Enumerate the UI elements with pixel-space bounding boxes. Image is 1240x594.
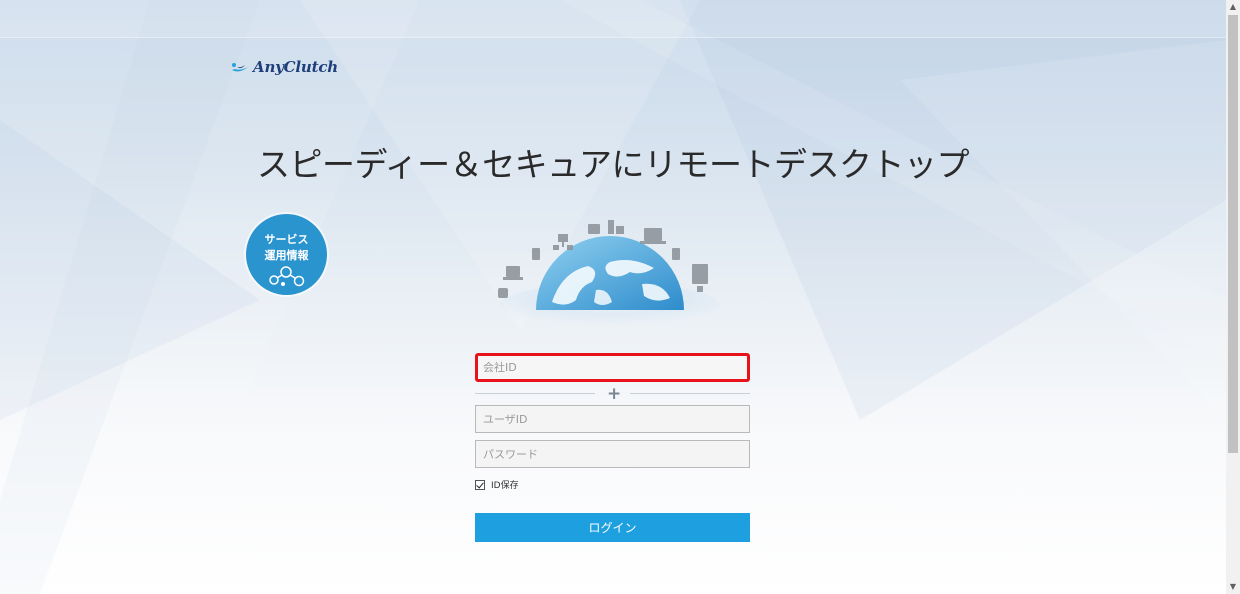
login-button[interactable]: ログイン — [475, 513, 750, 542]
field-separator: + — [475, 384, 750, 404]
service-badge-line1: サービス — [264, 233, 309, 246]
service-info-button[interactable]: サービス 運用情報 — [246, 214, 327, 295]
scroll-down-arrow-icon[interactable]: ▼ — [1226, 580, 1240, 594]
login-page: AnyClutch スピーディー＆セキュアにリモートデスクトップ サービス 運用… — [0, 0, 1240, 594]
company-id-input[interactable] — [475, 353, 750, 382]
password-input[interactable] — [475, 440, 750, 468]
scrollbar-thumb[interactable] — [1228, 15, 1238, 453]
anyclutch-logo: AnyClutch — [231, 58, 338, 76]
network-nodes-icon — [269, 266, 305, 287]
vertical-scrollbar[interactable]: ▲ ▼ — [1226, 0, 1240, 594]
globe-network-illustration — [498, 220, 720, 325]
scroll-up-arrow-icon[interactable]: ▲ — [1226, 0, 1240, 14]
service-badge-line2: 運用情報 — [264, 249, 309, 262]
remember-id-option: ID保存 — [475, 478, 519, 491]
user-id-input[interactable] — [475, 405, 750, 433]
logo-mark-icon — [232, 63, 248, 72]
plus-icon: + — [607, 384, 622, 404]
top-bar — [0, 0, 1226, 38]
logo-text: AnyClutch — [253, 58, 338, 76]
page-headline: スピーディー＆セキュアにリモートデスクトップ — [256, 145, 970, 184]
remember-id-checkbox[interactable] — [475, 479, 485, 490]
remember-id-label: ID保存 — [491, 481, 519, 491]
